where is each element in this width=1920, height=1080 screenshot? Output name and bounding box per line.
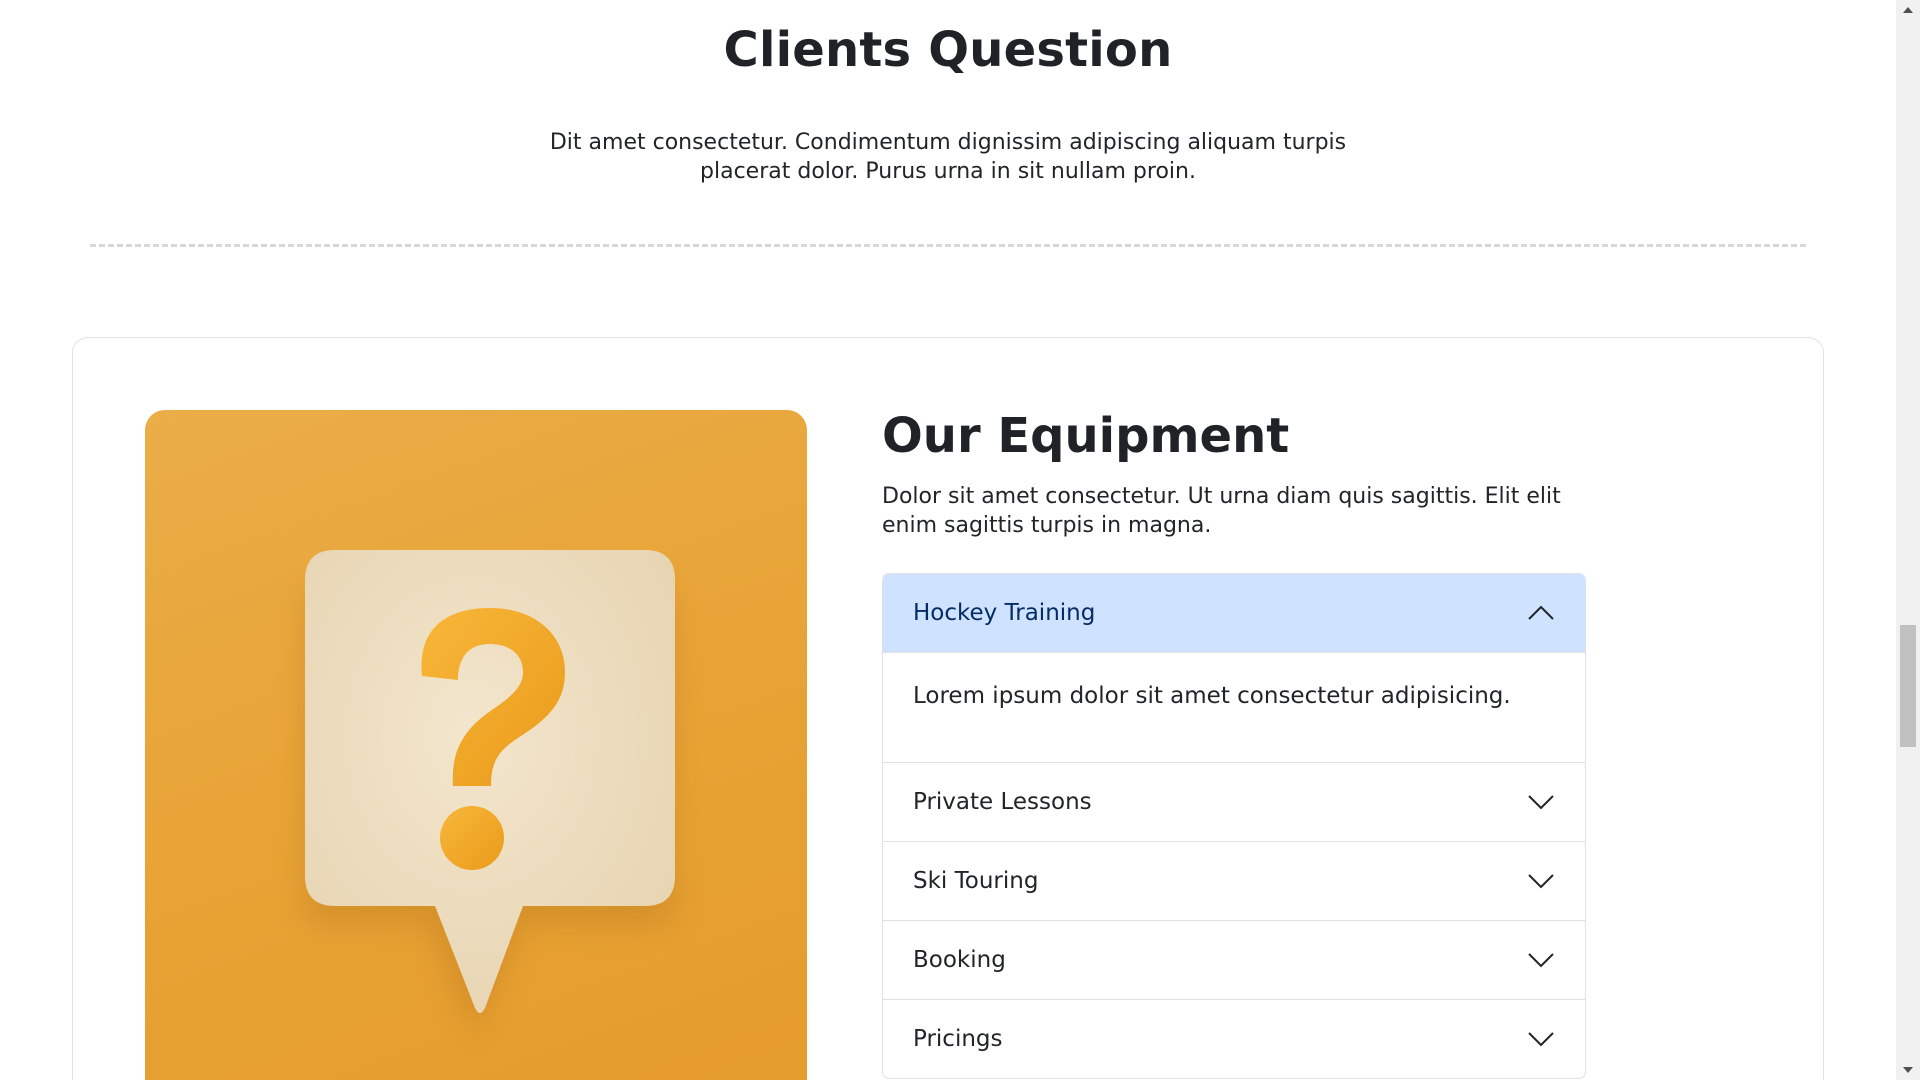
faq-accordion: Hockey Training Lorem ipsum dolor sit am… (882, 573, 1586, 1079)
vertical-scrollbar[interactable] (1896, 0, 1920, 1080)
chevron-up-icon (1528, 605, 1554, 620)
scroll-up-arrow-icon[interactable] (1896, 0, 1920, 20)
equipment-title: Our Equipment (882, 408, 1290, 464)
scrollbar-thumb[interactable] (1900, 625, 1916, 747)
accordion-label: Private Lessons (913, 789, 1092, 815)
accordion-label: Booking (913, 947, 1006, 973)
chevron-down-icon (1528, 874, 1554, 889)
accordion-item-hockey-training: Hockey Training Lorem ipsum dolor sit am… (883, 574, 1585, 762)
chevron-down-icon (1528, 795, 1554, 810)
accordion-header-private-lessons[interactable]: Private Lessons (883, 763, 1585, 841)
accordion-item-private-lessons: Private Lessons (883, 762, 1585, 841)
accordion-body-hockey-training: Lorem ipsum dolor sit amet consectetur a… (883, 652, 1585, 762)
accordion-header-hockey-training[interactable]: Hockey Training (883, 574, 1585, 652)
question-speech-bubble-icon (303, 550, 675, 1038)
accordion-label: Ski Touring (913, 868, 1039, 894)
chevron-down-icon (1528, 953, 1554, 968)
chevron-down-icon (1528, 1032, 1554, 1047)
accordion-header-pricings[interactable]: Pricings (883, 1000, 1585, 1078)
section-title: Clients Question (723, 22, 1173, 78)
page: Clients Question Dit amet consectetur. C… (0, 0, 1896, 1080)
equipment-description: Dolor sit amet consectetur. Ut urna diam… (882, 484, 1561, 538)
dashed-divider (90, 244, 1806, 247)
accordion-label: Hockey Training (913, 600, 1096, 626)
accordion-item-pricings: Pricings (883, 999, 1585, 1078)
accordion-item-booking: Booking (883, 920, 1585, 999)
accordion-item-ski-touring: Ski Touring (883, 841, 1585, 920)
accordion-header-ski-touring[interactable]: Ski Touring (883, 842, 1585, 920)
scroll-down-arrow-icon[interactable] (1896, 1060, 1920, 1080)
accordion-header-booking[interactable]: Booking (883, 921, 1585, 999)
accordion-label: Pricings (913, 1026, 1003, 1052)
question-illustration (145, 410, 807, 1080)
section-description: Dit amet consectetur. Condimentum dignis… (549, 130, 1347, 184)
